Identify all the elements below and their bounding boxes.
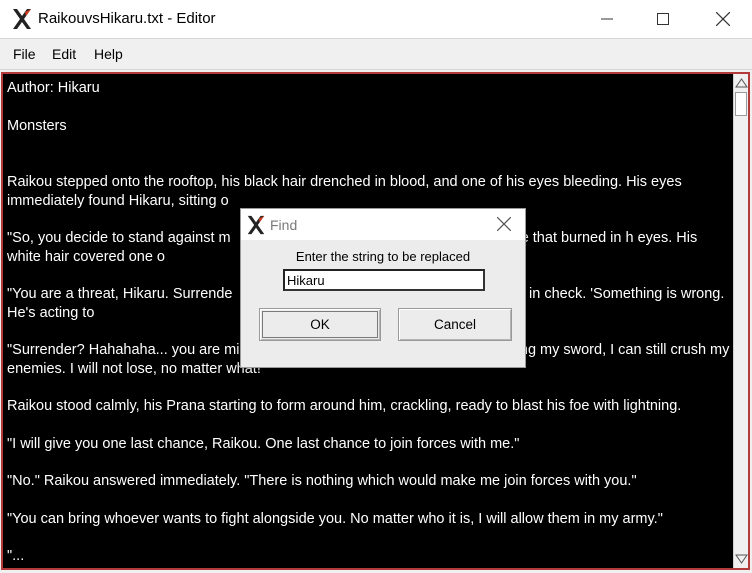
maximize-icon — [657, 13, 669, 25]
scroll-up-arrow-icon[interactable] — [735, 76, 748, 90]
maximize-button[interactable] — [635, 0, 691, 38]
close-button[interactable] — [695, 0, 751, 38]
find-dialog: Find Enter the string to be replaced OK … — [240, 208, 526, 368]
editor-paragraph: "I will give you one last chance, Raikou… — [7, 435, 520, 452]
close-icon[interactable] — [497, 217, 511, 231]
minimize-icon — [601, 18, 613, 20]
menu-help[interactable]: Help — [94, 46, 123, 62]
menu-bar: File Edit Help — [0, 38, 752, 70]
dialog-title: Find — [270, 217, 298, 233]
scroll-down-arrow-icon[interactable] — [735, 552, 748, 566]
editor-line: Author: Hikaru — [7, 80, 100, 96]
ok-button[interactable]: OK — [259, 308, 381, 341]
editor-paragraph: "No." Raikou answered immediately. "Ther… — [7, 473, 637, 489]
editor-paragraph: "... — [7, 548, 25, 564]
cancel-button[interactable]: Cancel — [398, 308, 512, 341]
find-prompt-label: Enter the string to be replaced — [295, 249, 471, 264]
dialog-body: Enter the string to be replaced OK Cance… — [241, 240, 525, 367]
dialog-titlebar[interactable]: Find — [241, 209, 525, 240]
scroll-thumb[interactable] — [735, 92, 747, 116]
vertical-scrollbar[interactable] — [733, 74, 748, 568]
editor-line: Monsters — [7, 117, 67, 134]
editor-paragraph: Raikou stood calmly, his Prana starting … — [7, 398, 682, 414]
editor-paragraph: "You can bring whoever wants to fight al… — [7, 510, 663, 527]
app-x-icon — [13, 9, 31, 29]
close-icon — [716, 12, 730, 26]
menu-file[interactable]: File — [13, 46, 36, 62]
app-x-icon — [247, 215, 265, 235]
find-input[interactable] — [283, 269, 485, 291]
minimize-button[interactable] — [579, 0, 635, 38]
menu-edit[interactable]: Edit — [52, 46, 76, 62]
editor-paragraph: Raikou stepped onto the rooftop, his bla… — [7, 174, 686, 209]
window-title: RaikouvsHikaru.txt - Editor — [38, 10, 216, 27]
window-titlebar[interactable]: RaikouvsHikaru.txt - Editor — [0, 0, 752, 38]
